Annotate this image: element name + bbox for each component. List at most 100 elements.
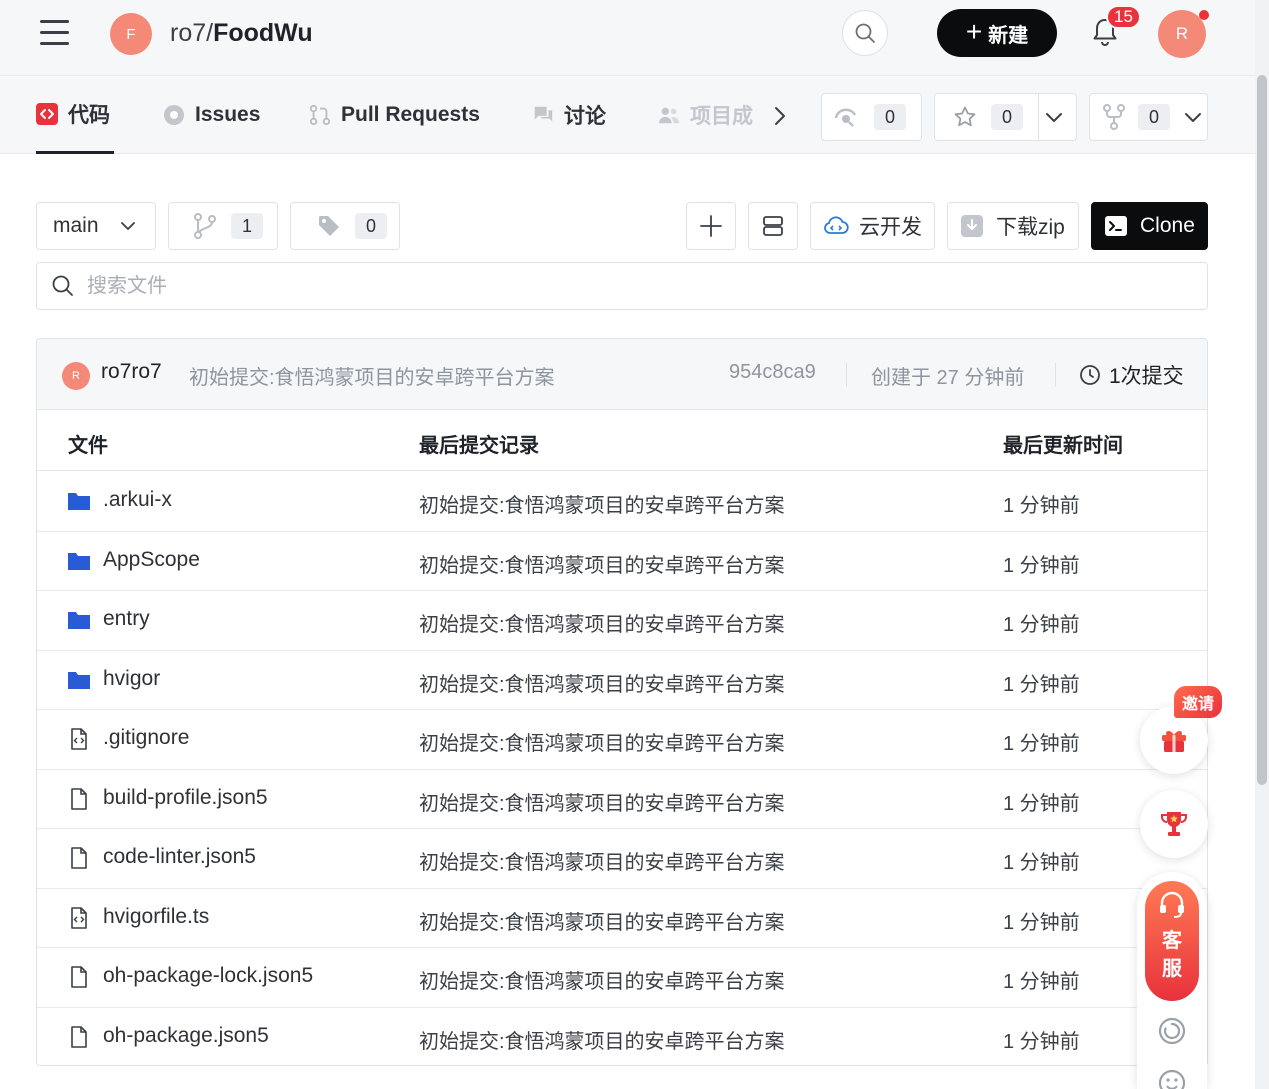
file-updated-time: 1 分钟前 — [1003, 911, 1080, 934]
file-list: R ro7ro7 初始提交:食悟鸿蒙项目的安卓跨平台方案 954c8ca9 创建… — [36, 338, 1208, 1066]
table-row[interactable]: code-linter.json5 初始提交:食悟鸿蒙项目的安卓跨平台方案 1 分钟… — [37, 829, 1207, 889]
tab-discussion[interactable]: 讨论 — [532, 76, 606, 154]
file-name-link[interactable]: oh-package.json5 — [103, 1024, 269, 1048]
file-name-link[interactable]: code-linter.json5 — [103, 845, 256, 869]
star-button[interactable]: 0 — [934, 93, 1077, 141]
tab-label: 代码 — [68, 103, 110, 127]
gift-icon — [1162, 731, 1186, 752]
file-commit-message[interactable]: 初始提交:食悟鸿蒙项目的安卓跨平台方案 — [419, 727, 785, 756]
cloud-code-icon — [824, 216, 849, 234]
avatar[interactable]: R — [62, 362, 90, 390]
file-commit-message[interactable]: 初始提交:食悟鸿蒙项目的安卓跨平台方案 — [419, 965, 785, 994]
chevron-down-icon — [120, 222, 135, 230]
table-row[interactable]: hvigor 初始提交:食悟鸿蒙项目的安卓跨平台方案 1 分钟前 — [37, 651, 1207, 710]
file-name-link[interactable]: AppScope — [103, 548, 200, 572]
divider — [1055, 363, 1056, 387]
file-name-link[interactable]: entry — [103, 607, 150, 631]
tab-code[interactable]: 代码 — [36, 76, 114, 154]
global-search-button[interactable] — [842, 10, 888, 56]
table-row[interactable]: .arkui-x 初始提交:食悟鸿蒙项目的安卓跨平台方案 1 分钟前 — [37, 472, 1207, 532]
clone-button[interactable]: Clone — [1091, 202, 1208, 250]
file-name-link[interactable]: hvigor — [103, 667, 160, 691]
rewards-button[interactable] — [1140, 790, 1208, 858]
tab-label: Pull Requests — [341, 103, 480, 126]
divider — [846, 363, 847, 387]
folder-icon — [67, 489, 91, 513]
branches-button[interactable]: 1 — [168, 202, 278, 250]
table-row[interactable]: oh-package-lock.json5 初始提交:食悟鸿蒙项目的安卓跨平台方案… — [37, 948, 1207, 1008]
star-icon — [954, 106, 976, 127]
terminal-icon — [1105, 216, 1127, 236]
commit-hash[interactable]: 954c8ca9 — [729, 361, 816, 384]
column-file: 文件 — [68, 435, 108, 457]
watch-button[interactable]: 0 — [821, 93, 922, 141]
star-count: 0 — [991, 104, 1023, 130]
headset-icon — [1160, 891, 1184, 918]
menu-icon[interactable] — [40, 17, 70, 47]
add-file-button[interactable] — [686, 202, 736, 250]
commit-message[interactable]: 初始提交:食悟鸿蒙项目的安卓跨平台方案 — [189, 361, 555, 390]
table-row[interactable]: .gitignore 初始提交:食悟鸿蒙项目的安卓跨平台方案 1 分钟前 — [37, 710, 1207, 770]
repo-name[interactable]: FoodWu — [213, 19, 313, 47]
tab-pull-requests[interactable]: Pull Requests — [309, 76, 480, 154]
table-row[interactable]: build-profile.json5 初始提交:食悟鸿蒙项目的安卓跨平台方案 1 … — [37, 770, 1207, 829]
commit-count-link[interactable]: 1次提交 — [1079, 360, 1184, 390]
tab-members[interactable]: 项目成 — [658, 76, 753, 154]
cloud-dev-button[interactable]: 云开发 — [810, 202, 935, 250]
download-zip-button[interactable]: 下载zip — [947, 202, 1079, 250]
scrollbar-thumb[interactable] — [1257, 75, 1267, 785]
file-name-link[interactable]: .gitignore — [103, 726, 189, 750]
branch-count: 1 — [231, 213, 263, 239]
folder-icon — [67, 668, 91, 692]
file-name-link[interactable]: .arkui-x — [103, 488, 172, 512]
top-header: F ro7/FoodWu + 新建 15 R — [0, 0, 1255, 75]
refresh-icon[interactable] — [1157, 1016, 1187, 1046]
tab-label: 项目成 — [690, 105, 753, 128]
repo-owner[interactable]: ro7/ — [170, 19, 213, 47]
file-updated-time: 1 分钟前 — [1003, 1030, 1080, 1053]
file-commit-message[interactable]: 初始提交:食悟鸿蒙项目的安卓跨平台方案 — [419, 489, 785, 518]
file-updated-time: 1 分钟前 — [1003, 792, 1080, 815]
file-commit-message[interactable]: 初始提交:食悟鸿蒙项目的安卓跨平台方案 — [419, 608, 785, 637]
file-commit-message[interactable]: 初始提交:食悟鸿蒙项目的安卓跨平台方案 — [419, 549, 785, 578]
search-icon — [52, 275, 73, 296]
file-commit-message[interactable]: 初始提交:食悟鸿蒙项目的安卓跨平台方案 — [419, 668, 785, 697]
file-name-link[interactable]: hvigorfile.ts — [103, 905, 209, 929]
notification-badge: 15 — [1106, 5, 1141, 29]
tab-issues[interactable]: Issues — [163, 76, 260, 154]
file-commit-message[interactable]: 初始提交:食悟鸿蒙项目的安卓跨平台方案 — [419, 787, 785, 816]
table-header: 文件 最后提交记录 最后更新时间 — [37, 410, 1207, 471]
file-commit-message[interactable]: 初始提交:食悟鸿蒙项目的安卓跨平台方案 — [419, 1025, 785, 1054]
file-commit-message[interactable]: 初始提交:食悟鸿蒙项目的安卓跨平台方案 — [419, 906, 785, 935]
table-row[interactable]: hvigorfile.ts 初始提交:食悟鸿蒙项目的安卓跨平台方案 1 分钟前 — [37, 889, 1207, 948]
repo-avatar[interactable]: F — [110, 13, 152, 55]
file-commit-message[interactable]: 初始提交:食悟鸿蒙项目的安卓跨平台方案 — [419, 846, 785, 875]
repo-layout-button[interactable] — [748, 202, 798, 250]
file-search-input[interactable] — [87, 274, 987, 298]
branch-select[interactable]: main — [36, 202, 156, 250]
chevron-right-icon[interactable] — [768, 104, 792, 128]
file-name-link[interactable]: oh-package-lock.json5 — [103, 964, 313, 988]
commit-count-label: 1次提交 — [1109, 365, 1184, 388]
repo-path[interactable]: ro7/FoodWu — [170, 17, 313, 49]
tags-button[interactable]: 0 — [290, 202, 400, 250]
branch-icon — [194, 213, 216, 239]
file-updated-time: 1 分钟前 — [1003, 733, 1080, 755]
new-button[interactable]: + 新建 — [937, 9, 1057, 57]
tag-icon — [319, 216, 339, 236]
customer-service-button[interactable]: 客服 — [1145, 881, 1199, 1001]
file-name-link[interactable]: build-profile.json5 — [103, 786, 268, 810]
chevron-down-icon[interactable] — [1182, 106, 1204, 128]
table-row[interactable]: AppScope 初始提交:食悟鸿蒙项目的安卓跨平台方案 1 分钟前 — [37, 532, 1207, 591]
folder-icon — [67, 549, 91, 573]
file-icon — [67, 787, 91, 811]
fork-icon — [1103, 104, 1125, 130]
chevron-down-icon[interactable] — [1043, 106, 1065, 128]
invite-tag[interactable]: 邀请 — [1174, 686, 1222, 718]
commit-author[interactable]: ro7ro7 — [101, 360, 162, 384]
table-row[interactable]: entry 初始提交:食悟鸿蒙项目的安卓跨平台方案 1 分钟前 — [37, 591, 1207, 651]
smile-icon[interactable] — [1157, 1068, 1187, 1089]
fork-button[interactable]: 0 — [1089, 93, 1208, 141]
watch-icon — [834, 108, 857, 127]
table-row[interactable]: oh-package.json5 初始提交:食悟鸿蒙项目的安卓跨平台方案 1 分钟前 — [37, 1008, 1207, 1066]
